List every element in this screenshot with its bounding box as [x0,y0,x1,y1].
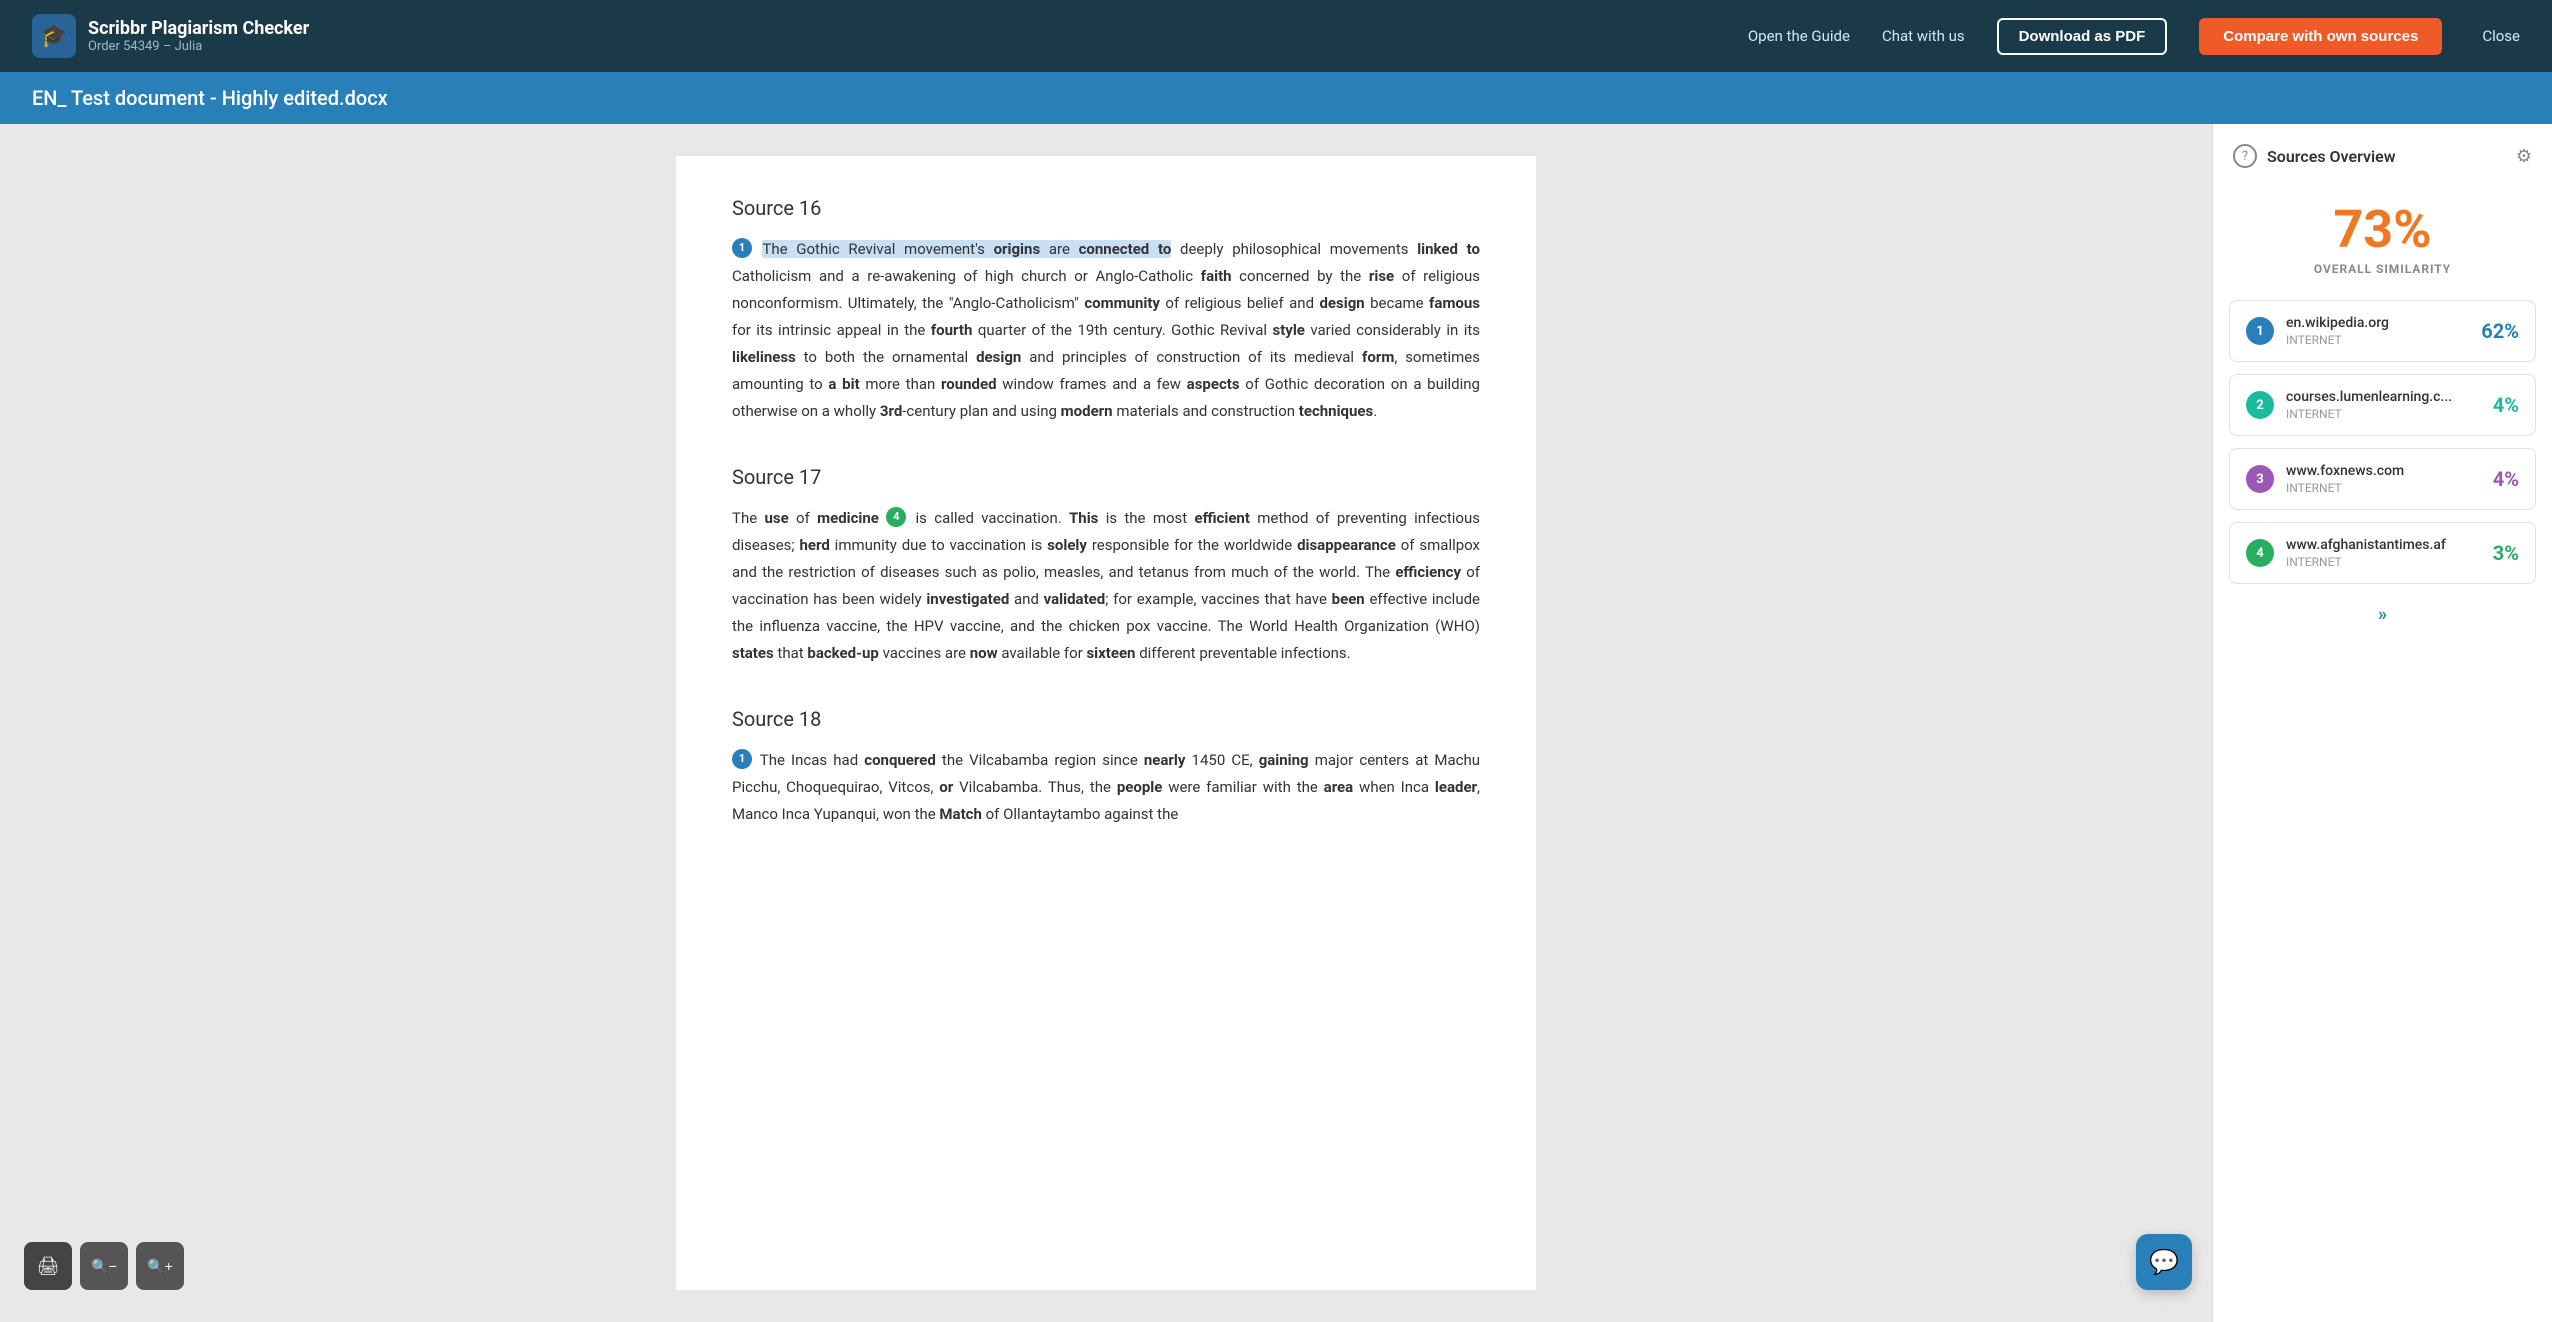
zoom-in-icon: 🔍+ [147,1258,173,1275]
sidebar-header-left: ? Sources Overview [2233,144,2396,168]
overall-similarity-section: 73% OVERALL SIMILARITY [2229,188,2536,300]
sidebar-header: ? Sources Overview ⚙ [2229,144,2536,168]
source-type-1: INTERNET [2286,333,2469,347]
chat-icon: 💬 [2149,1248,2179,1276]
source-domain-3: www.foxnews.com [2286,463,2481,479]
close-link[interactable]: Close [2482,27,2520,45]
download-pdf-button[interactable]: Download as PDF [1997,18,2168,55]
doc-title-bar: EN_ Test document - Highly edited.docx [0,72,2552,124]
document-area: Source 16 1 The Gothic Revival movement'… [0,124,2212,1322]
print-button[interactable]: 🖨 [24,1242,72,1290]
highlighted-text-s16: The Gothic Revival movement's origins ar… [762,240,1171,258]
source-card-2[interactable]: 2 courses.lumenlearning.c... INTERNET 4% [2229,374,2536,436]
settings-icon[interactable]: ⚙ [2516,146,2532,167]
overall-similarity-label: OVERALL SIMILARITY [2229,262,2536,276]
logo-text: Scribbr Plagiarism Checker Order 54349 –… [88,18,309,54]
source-domain-2: courses.lumenlearning.c... [2286,389,2481,405]
bottom-toolbar: 🖨 🔍− 🔍+ [24,1242,184,1290]
compare-sources-button[interactable]: Compare with own sources [2199,18,2442,55]
source-pct-1: 62% [2481,319,2519,343]
source-pct-4: 3% [2493,541,2519,565]
source-info-2: courses.lumenlearning.c... INTERNET [2286,389,2481,421]
source-pct-3: 4% [2493,467,2519,491]
logo-icon: 🎓 [32,14,76,58]
source-num-2: 2 [2246,391,2274,419]
doc-title: EN_ Test document - Highly edited.docx [32,86,388,110]
source-domain-1: en.wikipedia.org [2286,315,2469,331]
main-layout: Source 16 1 The Gothic Revival movement'… [0,124,2552,1322]
source-17-text: The use of medicine 4 is called vaccinat… [732,505,1480,667]
open-guide-link[interactable]: Open the Guide [1748,27,1850,45]
chat-with-us-link[interactable]: Chat with us [1882,27,1965,45]
app-title: Scribbr Plagiarism Checker [88,18,309,39]
source-18-heading: Source 18 [732,707,1480,731]
sidebar: ? Sources Overview ⚙ 73% OVERALL SIMILAR… [2212,124,2552,1322]
badge-4-source17: 4 [886,507,906,527]
source-num-4: 4 [2246,539,2274,567]
header: 🎓 Scribbr Plagiarism Checker Order 54349… [0,0,2552,72]
source-card-4[interactable]: 4 www.afghanistantimes.af INTERNET 3% [2229,522,2536,584]
zoom-out-icon: 🔍− [91,1258,117,1275]
source-num-3: 3 [2246,465,2274,493]
logo-area: 🎓 Scribbr Plagiarism Checker Order 54349… [32,14,309,58]
nav-arrows[interactable]: » [2229,596,2536,633]
source-info-3: www.foxnews.com INTERNET [2286,463,2481,495]
chat-button[interactable]: 💬 [2136,1234,2192,1290]
zoom-in-button[interactable]: 🔍+ [136,1242,184,1290]
order-subtitle: Order 54349 – Julia [88,39,309,54]
overall-similarity-percentage: 73% [2229,204,2536,256]
badge-1-source18: 1 [732,749,752,769]
header-nav: Open the Guide Chat with us Download as … [1748,18,2520,55]
badge-1-source16: 1 [732,238,752,258]
print-icon: 🖨 [37,1256,60,1277]
source-info-4: www.afghanistantimes.af INTERNET [2286,537,2481,569]
source-info-1: en.wikipedia.org INTERNET [2286,315,2469,347]
source-pct-2: 4% [2493,393,2519,417]
source-16-text: 1 The Gothic Revival movement's origins … [732,236,1480,425]
document-content: Source 16 1 The Gothic Revival movement'… [676,156,1536,1290]
source-type-4: INTERNET [2286,555,2481,569]
source-num-1: 1 [2246,317,2274,345]
source-16-heading: Source 16 [732,196,1480,220]
zoom-out-button[interactable]: 🔍− [80,1242,128,1290]
help-icon[interactable]: ? [2233,144,2257,168]
source-type-3: INTERNET [2286,481,2481,495]
source-18-text: 1 The Incas had conquered the Vilcabamba… [732,747,1480,828]
source-type-2: INTERNET [2286,407,2481,421]
source-card-3[interactable]: 3 www.foxnews.com INTERNET 4% [2229,448,2536,510]
source-card-1[interactable]: 1 en.wikipedia.org INTERNET 62% [2229,300,2536,362]
sidebar-title: Sources Overview [2267,147,2396,166]
source-17-heading: Source 17 [732,465,1480,489]
source-domain-4: www.afghanistantimes.af [2286,537,2481,553]
